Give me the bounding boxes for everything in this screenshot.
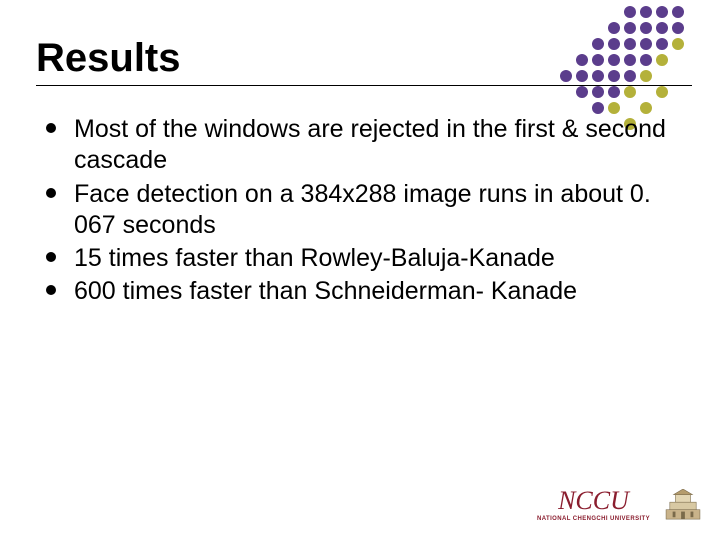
- content-area: Most of the windows are rejected in the …: [36, 114, 692, 308]
- dot-empty: [560, 22, 572, 34]
- dot-empty: [640, 86, 652, 98]
- dot-empty: [560, 54, 572, 66]
- list-item: 15 times faster than Rowley-Baluja-Kanad…: [40, 243, 692, 274]
- dot-empty: [560, 6, 572, 18]
- dot-icon: [672, 38, 684, 50]
- dot-empty: [624, 102, 636, 114]
- dot-empty: [656, 70, 668, 82]
- dot-icon: [656, 22, 668, 34]
- dot-empty: [560, 38, 572, 50]
- dot-icon: [608, 70, 620, 82]
- dot-icon: [656, 86, 668, 98]
- dot-empty: [672, 70, 684, 82]
- dot-icon: [624, 86, 636, 98]
- list-item: 600 times faster than Schneiderman- Kana…: [40, 276, 692, 307]
- slide: Results Most of the windows are rejected…: [0, 0, 720, 540]
- list-item: Most of the windows are rejected in the …: [40, 114, 692, 177]
- dot-icon: [624, 22, 636, 34]
- dot-icon: [624, 6, 636, 18]
- decorative-dot-grid: [560, 6, 684, 130]
- dot-icon: [656, 54, 668, 66]
- dot-empty: [656, 102, 668, 114]
- dot-icon: [640, 22, 652, 34]
- dot-icon: [576, 54, 588, 66]
- dot-icon: [576, 86, 588, 98]
- dot-icon: [640, 38, 652, 50]
- dot-icon: [592, 54, 604, 66]
- dot-icon: [608, 54, 620, 66]
- dot-icon: [608, 102, 620, 114]
- nccu-logo: NCCU NATIONAL CHENGCHI UNIVERSITY: [537, 488, 650, 522]
- dot-empty: [576, 102, 588, 114]
- dot-icon: [640, 102, 652, 114]
- dot-icon: [624, 54, 636, 66]
- dot-icon: [640, 54, 652, 66]
- dot-empty: [576, 6, 588, 18]
- dot-icon: [592, 102, 604, 114]
- dot-icon: [608, 22, 620, 34]
- dot-icon: [592, 70, 604, 82]
- dot-icon: [672, 22, 684, 34]
- dot-icon: [608, 38, 620, 50]
- dot-empty: [592, 22, 604, 34]
- footer: NCCU NATIONAL CHENGCHI UNIVERSITY: [537, 488, 702, 522]
- dot-icon: [640, 6, 652, 18]
- dot-empty: [592, 6, 604, 18]
- dot-icon: [672, 6, 684, 18]
- dot-empty: [672, 54, 684, 66]
- bullet-list: Most of the windows are rejected in the …: [40, 114, 692, 308]
- dot-icon: [656, 6, 668, 18]
- dot-empty: [608, 6, 620, 18]
- dot-icon: [576, 70, 588, 82]
- title-row: Results: [36, 36, 692, 86]
- dot-icon: [592, 38, 604, 50]
- dot-empty: [560, 86, 572, 98]
- dot-icon: [592, 86, 604, 98]
- dot-icon: [608, 86, 620, 98]
- dot-empty: [560, 102, 572, 114]
- nccu-logo-text: NCCU: [558, 488, 629, 514]
- dot-empty: [672, 102, 684, 114]
- university-crest-icon: [664, 489, 702, 521]
- dot-icon: [656, 38, 668, 50]
- dot-empty: [672, 86, 684, 98]
- list-item: Face detection on a 384x288 image runs i…: [40, 179, 692, 242]
- dot-empty: [576, 22, 588, 34]
- nccu-logo-subtext: NATIONAL CHENGCHI UNIVERSITY: [537, 516, 650, 522]
- dot-empty: [576, 38, 588, 50]
- dot-icon: [560, 70, 572, 82]
- dot-icon: [624, 38, 636, 50]
- dot-icon: [640, 70, 652, 82]
- dot-icon: [624, 70, 636, 82]
